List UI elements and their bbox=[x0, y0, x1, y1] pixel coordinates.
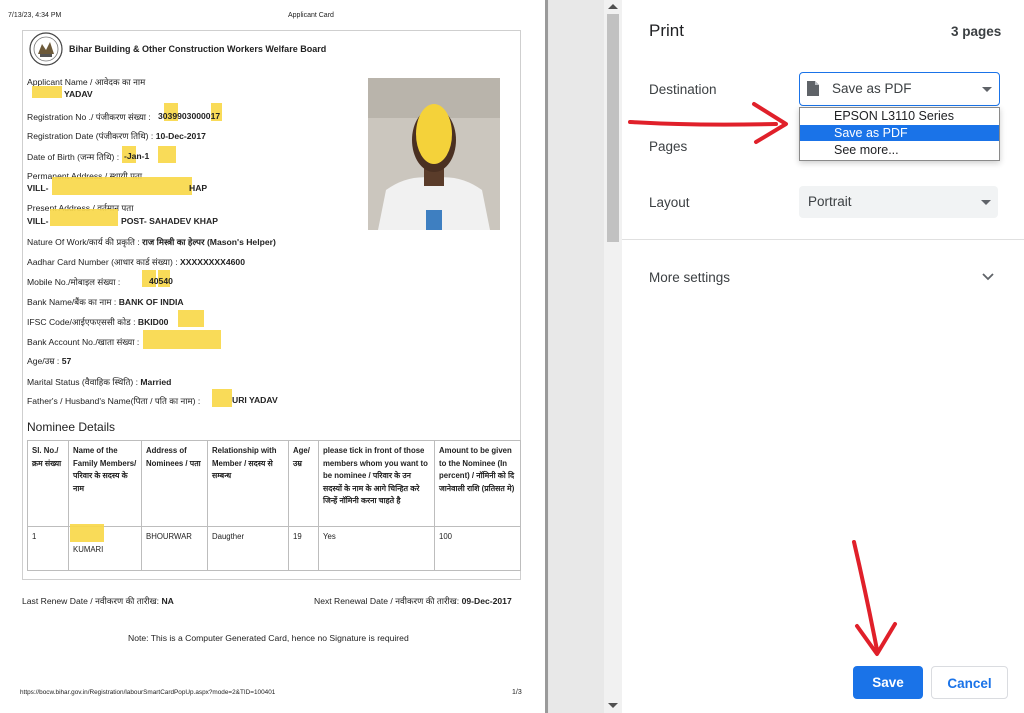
cell-tick: Yes bbox=[318, 526, 435, 571]
emblem-logo bbox=[29, 32, 63, 66]
marital-label: Marital Status (वैवाहिक स्थिति) : bbox=[27, 377, 138, 387]
option-see-more[interactable]: See more... bbox=[800, 142, 999, 158]
dropdown-caret-icon bbox=[981, 200, 991, 205]
col-amount: Amount to be given to the Nominee (In pe… bbox=[434, 440, 521, 527]
page-edge bbox=[545, 0, 548, 713]
print-header-date: 7/13/23, 4:34 PM bbox=[8, 12, 62, 19]
pdf-file-icon bbox=[807, 81, 819, 96]
permanent-address-tail: HAP bbox=[189, 183, 208, 193]
footer-url: https://bocw.bihar.gov.in/Registration/l… bbox=[20, 689, 276, 696]
next-renewal-value: 09-Dec-2017 bbox=[461, 596, 512, 606]
col-address: Address of Nominees / पता bbox=[141, 440, 208, 527]
father-value: URI YADAV bbox=[232, 395, 278, 405]
footer-page: 1/3 bbox=[512, 689, 522, 696]
cell-age: 19 bbox=[288, 526, 319, 571]
aadhar-label: Aadhar Card Number (आधार कार्ड संख्या) : bbox=[27, 257, 178, 267]
cell-amount: 100 bbox=[434, 526, 521, 571]
more-settings-toggle[interactable]: More settings bbox=[649, 270, 730, 285]
registration-no-label: Registration No ./ पंजीकरण संख्या : bbox=[27, 112, 151, 122]
col-relationship: Relationship with Member / सदस्य से सम्ब… bbox=[207, 440, 289, 527]
table-header-row: Sl. No./ क्रम संख्या Name of the Family … bbox=[27, 440, 521, 527]
mobile-value: 40540 bbox=[149, 276, 173, 286]
page-count: 3 pages bbox=[951, 24, 1002, 39]
father-label: Father's / Husband's Name(पिता / पति का … bbox=[27, 396, 201, 406]
registration-no-value: 3039903000017 bbox=[158, 111, 221, 121]
option-epson[interactable]: EPSON L3110 Series bbox=[800, 108, 999, 124]
red-arrow-annotation bbox=[852, 540, 897, 656]
generated-note: Note: This is a Computer Generated Card,… bbox=[128, 633, 409, 643]
dob-value: -Jan-1 bbox=[124, 151, 150, 161]
present-address-tail: POST- SAHADEV KHAP bbox=[121, 216, 218, 226]
red-arrow-annotation bbox=[628, 102, 788, 144]
applicant-name-value: YADAV bbox=[64, 89, 93, 99]
last-renew-value: NA bbox=[161, 596, 174, 606]
destination-value: Save as PDF bbox=[832, 81, 912, 96]
board-name: Bihar Building & Other Construction Work… bbox=[69, 44, 327, 54]
scroll-down-arrow-icon[interactable] bbox=[608, 703, 618, 708]
destination-dropdown-menu: EPSON L3110 Series Save as PDF See more.… bbox=[799, 107, 1000, 161]
destination-label: Destination bbox=[649, 82, 717, 97]
scroll-up-arrow-icon[interactable] bbox=[608, 4, 618, 9]
col-age: Age/ उम्र bbox=[288, 440, 319, 527]
option-save-as-pdf[interactable]: Save as PDF bbox=[800, 125, 999, 141]
panel-divider bbox=[622, 239, 1024, 240]
dob-label: Date of Birth (जन्म तिथि) : bbox=[27, 152, 120, 162]
destination-select[interactable]: Save as PDF bbox=[799, 72, 1000, 106]
aadhar-value: XXXXXXXX4600 bbox=[180, 257, 245, 267]
nominee-table: Sl. No./ क्रम संख्या Name of the Family … bbox=[27, 440, 521, 571]
cell-relationship: Daugther bbox=[207, 526, 289, 571]
layout-select[interactable]: Portrait bbox=[799, 186, 998, 218]
age-label: Age/उम्र : bbox=[27, 356, 60, 366]
mobile-label: Mobile No./मोबाइल संख्या : bbox=[27, 277, 121, 287]
ifsc-label: IFSC Code/आईएफएससी कोड : bbox=[27, 317, 136, 327]
cell-sl-no: 1 bbox=[27, 526, 69, 571]
marital-value: Married bbox=[140, 377, 172, 387]
layout-value: Portrait bbox=[808, 194, 852, 209]
next-renewal-label: Next Renewal Date / नवीकरण की तारीख: bbox=[314, 596, 460, 606]
dropdown-caret-icon bbox=[982, 87, 992, 92]
col-nominee-tick: please tick in front of those members wh… bbox=[318, 440, 435, 527]
col-sl-no: Sl. No./ क्रम संख्या bbox=[27, 440, 69, 527]
permanent-address-value: VILL- bbox=[27, 183, 49, 193]
present-address-value: VILL- bbox=[27, 216, 49, 226]
nominee-heading: Nominee Details bbox=[27, 420, 116, 434]
nature-of-work-value: राज मिस्त्री का हेल्पर (Mason's Helper) bbox=[142, 237, 276, 247]
scrollbar-thumb[interactable] bbox=[607, 14, 619, 242]
ifsc-value: BKID00 bbox=[137, 317, 169, 327]
registration-date-label: Registration Date (पंजीकरण तिथि) : bbox=[27, 131, 154, 141]
bank-name-label: Bank Name/बैंक का नाम : bbox=[27, 297, 117, 307]
applicant-photo bbox=[368, 78, 500, 230]
last-renew-label: Last Renew Date / नवीकरण की तारीख: bbox=[22, 596, 160, 606]
print-header-title: Applicant Card bbox=[288, 12, 334, 19]
age-value: 57 bbox=[61, 356, 72, 366]
cancel-button[interactable]: Cancel bbox=[931, 666, 1008, 699]
bank-name-value: BANK OF INDIA bbox=[118, 297, 184, 307]
nature-of-work-label: Nature Of Work/कार्य की प्रकृति : bbox=[27, 237, 140, 247]
cell-address: BHOURWAR bbox=[141, 526, 208, 571]
print-title: Print bbox=[649, 21, 684, 40]
col-family-name: Name of the Family Members/ परिवार के सद… bbox=[68, 440, 142, 527]
chevron-down-icon[interactable] bbox=[982, 273, 994, 281]
save-button[interactable]: Save bbox=[853, 666, 923, 699]
registration-date-value: 10-Dec-2017 bbox=[155, 131, 206, 141]
bank-account-label: Bank Account No./खाता संख्या : bbox=[27, 337, 140, 347]
layout-label: Layout bbox=[649, 195, 690, 210]
